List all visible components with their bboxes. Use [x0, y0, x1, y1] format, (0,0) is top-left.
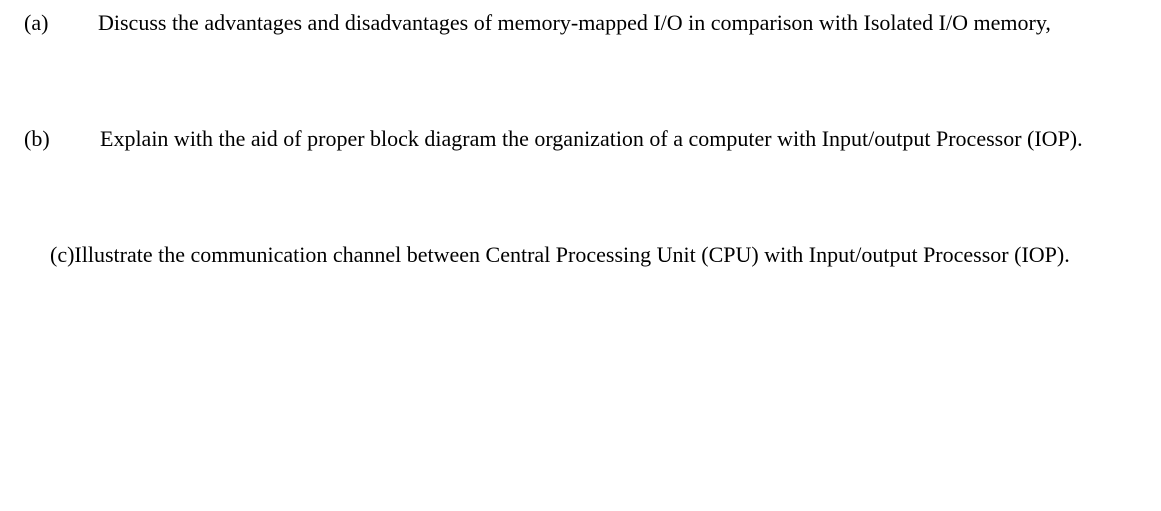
question-a-text: Discuss the advantages and disadvantages… — [90, 8, 1141, 39]
question-c: (c) Illustrate the communication channel… — [20, 240, 1141, 271]
question-b-label: (b) — [20, 124, 82, 155]
question-c-label: (c) — [20, 240, 74, 271]
question-a-label: (a) — [20, 8, 90, 39]
question-a: (a) Discuss the advantages and disadvant… — [20, 8, 1141, 39]
question-c-text: Illustrate the communication channel bet… — [74, 240, 1141, 271]
question-b: (b) Explain with the aid of proper block… — [20, 124, 1141, 155]
question-b-text: Explain with the aid of proper block dia… — [82, 124, 1141, 155]
